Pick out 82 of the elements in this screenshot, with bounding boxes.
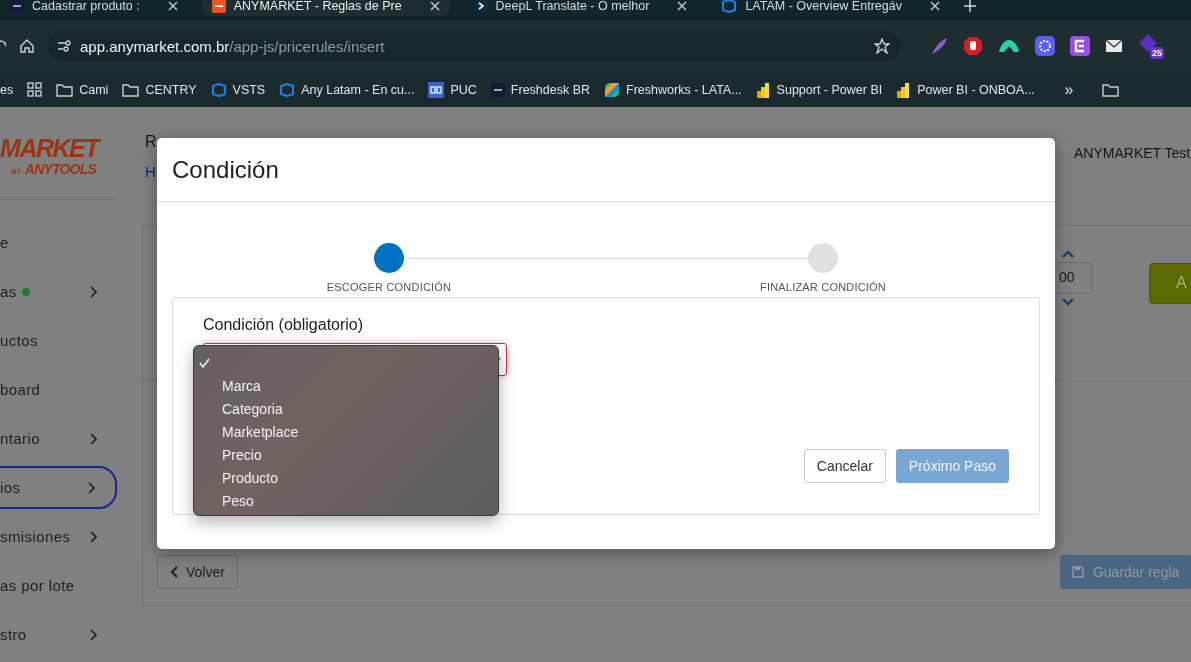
- sidebar-item[interactable]: uctos: [0, 319, 117, 362]
- breadcrumb-link[interactable]: H: [145, 163, 157, 180]
- sidebar-item[interactable]: e: [0, 221, 117, 264]
- bookmark[interactable]: es: [0, 82, 14, 97]
- hexagon-logo-icon: [279, 82, 296, 97]
- modal-title: Condición: [172, 155, 279, 184]
- more-bookmarks-button[interactable]: »: [1064, 80, 1074, 99]
- bookmark[interactable]: Freshdesk BR: [490, 82, 591, 97]
- sidebar-item[interactable]: as: [0, 270, 117, 313]
- apps-grid-icon[interactable]: [27, 82, 43, 97]
- square-logo-icon: [428, 81, 445, 98]
- sidebar-item[interactable]: as por lote: [0, 564, 117, 607]
- close-icon[interactable]: [429, 1, 440, 11]
- chevron-right-icon: [90, 530, 97, 543]
- step-label: FINALIZAR CONDICIÓN: [760, 281, 886, 293]
- dropdown-option[interactable]: Marketplace: [198, 420, 494, 443]
- chevron-right-icon: [90, 432, 97, 445]
- chevron-right-icon: [88, 481, 95, 494]
- gear-icon[interactable]: [1035, 36, 1055, 56]
- bracket-square-icon[interactable]: [1070, 36, 1090, 56]
- dropdown-option[interactable]: Peso: [198, 489, 494, 512]
- bookmark[interactable]: Freshworks - LATA...: [604, 81, 742, 98]
- sidebar-item[interactable]: stro: [0, 613, 117, 656]
- bookmark[interactable]: Cami: [56, 82, 109, 97]
- address-bar[interactable]: app.anymarket.com.br/app-js/pricerules/insert: [48, 31, 900, 61]
- dropdown-option[interactable]: Categoria: [198, 397, 494, 420]
- arch-icon[interactable]: [998, 39, 1020, 53]
- dropdown-option[interactable]: Producto: [198, 466, 494, 489]
- number-field[interactable]: 00: [1056, 262, 1092, 294]
- chevron-down-icon[interactable]: [1062, 298, 1074, 306]
- bookmark[interactable]: Support - Power BI: [755, 81, 883, 98]
- browser-tab[interactable]: LATAM - Overview Entregáv: [711, 0, 950, 16]
- new-tab-icon[interactable]: [963, 0, 976, 12]
- home-icon[interactable]: [20, 39, 34, 53]
- square-logo-icon: [10, 0, 24, 13]
- field-label: Condición (obligatorio): [203, 316, 365, 335]
- bookmark[interactable]: Any Latam - En cu...: [279, 82, 415, 97]
- square-logo-icon: [211, 0, 226, 13]
- folder-icon: [122, 82, 140, 97]
- page-title: R: [145, 133, 157, 151]
- chevron-left-icon: [170, 566, 178, 578]
- bookmark[interactable]: Power BI - ONBOA...: [896, 81, 1035, 98]
- sidebar-item[interactable]: ntario: [0, 417, 117, 460]
- feather-icon[interactable]: [930, 37, 948, 55]
- sidebar-item[interactable]: board: [0, 368, 117, 411]
- dropdown-option[interactable]: Marca: [198, 374, 494, 397]
- stop-hand-icon[interactable]: [963, 36, 983, 56]
- browser-tab[interactable]: ANYMARKET - Reglas de Pre: [201, 0, 450, 16]
- logo-text: ANYTOOLS: [24, 161, 96, 177]
- site-settings-icon[interactable]: [58, 40, 72, 52]
- close-icon[interactable]: [167, 1, 178, 11]
- cancel-button[interactable]: Cancelar: [803, 449, 886, 483]
- sidebar-item[interactable]: ios: [0, 466, 117, 509]
- close-icon[interactable]: [677, 1, 688, 11]
- notification-badge: 25: [1150, 47, 1164, 59]
- bookmark[interactable]: VSTS: [210, 82, 266, 97]
- bar-chart-icon: [755, 81, 771, 98]
- status-dot: [21, 287, 30, 296]
- square-logo-icon: [490, 82, 505, 97]
- close-icon[interactable]: [929, 1, 940, 11]
- sidebar-item[interactable]: smisiones: [0, 515, 117, 558]
- chevron-up-icon[interactable]: [1062, 250, 1074, 258]
- envelope-icon[interactable]: [1105, 39, 1123, 53]
- chevron-right-icon: [90, 628, 97, 641]
- step-label: ESCOGER CONDICIÓN: [326, 281, 452, 293]
- chevron-right-icon: [90, 285, 97, 298]
- browser-tab[interactable]: DeepL Translate - O melhor: [463, 0, 698, 16]
- dropdown-option[interactable]: Precio: [198, 443, 494, 466]
- bookmark[interactable]: CENTRY: [122, 82, 197, 97]
- chevron-logo-icon: [473, 0, 488, 13]
- extension-button[interactable]: 25: [1138, 33, 1164, 59]
- user-name: ANYMARKET Test: [1074, 145, 1191, 163]
- hexagon-logo-icon: [210, 82, 227, 97]
- browser-tab[interactable]: Cadastrar produto :: [0, 0, 188, 16]
- bar-chart-icon: [896, 81, 912, 98]
- bookmark[interactable]: PUC: [428, 81, 477, 98]
- back-button[interactable]: Volver: [157, 555, 238, 589]
- hexagon-logo-icon: [721, 0, 738, 13]
- folder-icon: [56, 82, 74, 97]
- petal-logo-icon: [604, 81, 621, 98]
- folder-icon[interactable]: [1101, 82, 1119, 97]
- star-icon[interactable]: [874, 38, 890, 54]
